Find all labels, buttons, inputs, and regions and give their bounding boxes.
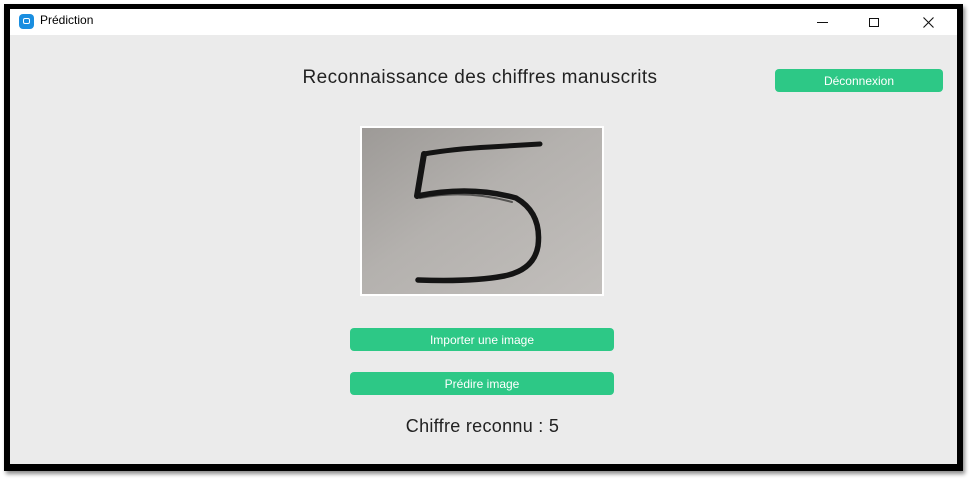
digit-image-preview <box>360 126 604 296</box>
logout-button[interactable]: Déconnexion <box>775 69 943 92</box>
page-title: Reconnaissance des chiffres manuscrits <box>302 67 658 88</box>
window-frame: Prédiction Reconnaissance des chiffres m… <box>4 4 963 471</box>
import-image-button[interactable]: Importer une image <box>350 328 614 351</box>
maximize-icon <box>869 17 879 27</box>
minimize-button[interactable] <box>799 9 845 35</box>
minimize-icon <box>816 21 828 23</box>
app-window: Prédiction Reconnaissance des chiffres m… <box>10 9 957 464</box>
digit-image <box>362 128 602 294</box>
prediction-result: Chiffre reconnu : 5 <box>405 416 560 436</box>
maximize-button[interactable] <box>851 9 897 35</box>
app-icon <box>19 14 34 29</box>
window-title: Prédiction <box>40 13 94 27</box>
close-icon <box>922 16 934 28</box>
predict-image-button[interactable]: Prédire image <box>350 372 614 395</box>
close-button[interactable] <box>905 9 951 35</box>
title-bar: Prédiction <box>10 9 957 35</box>
